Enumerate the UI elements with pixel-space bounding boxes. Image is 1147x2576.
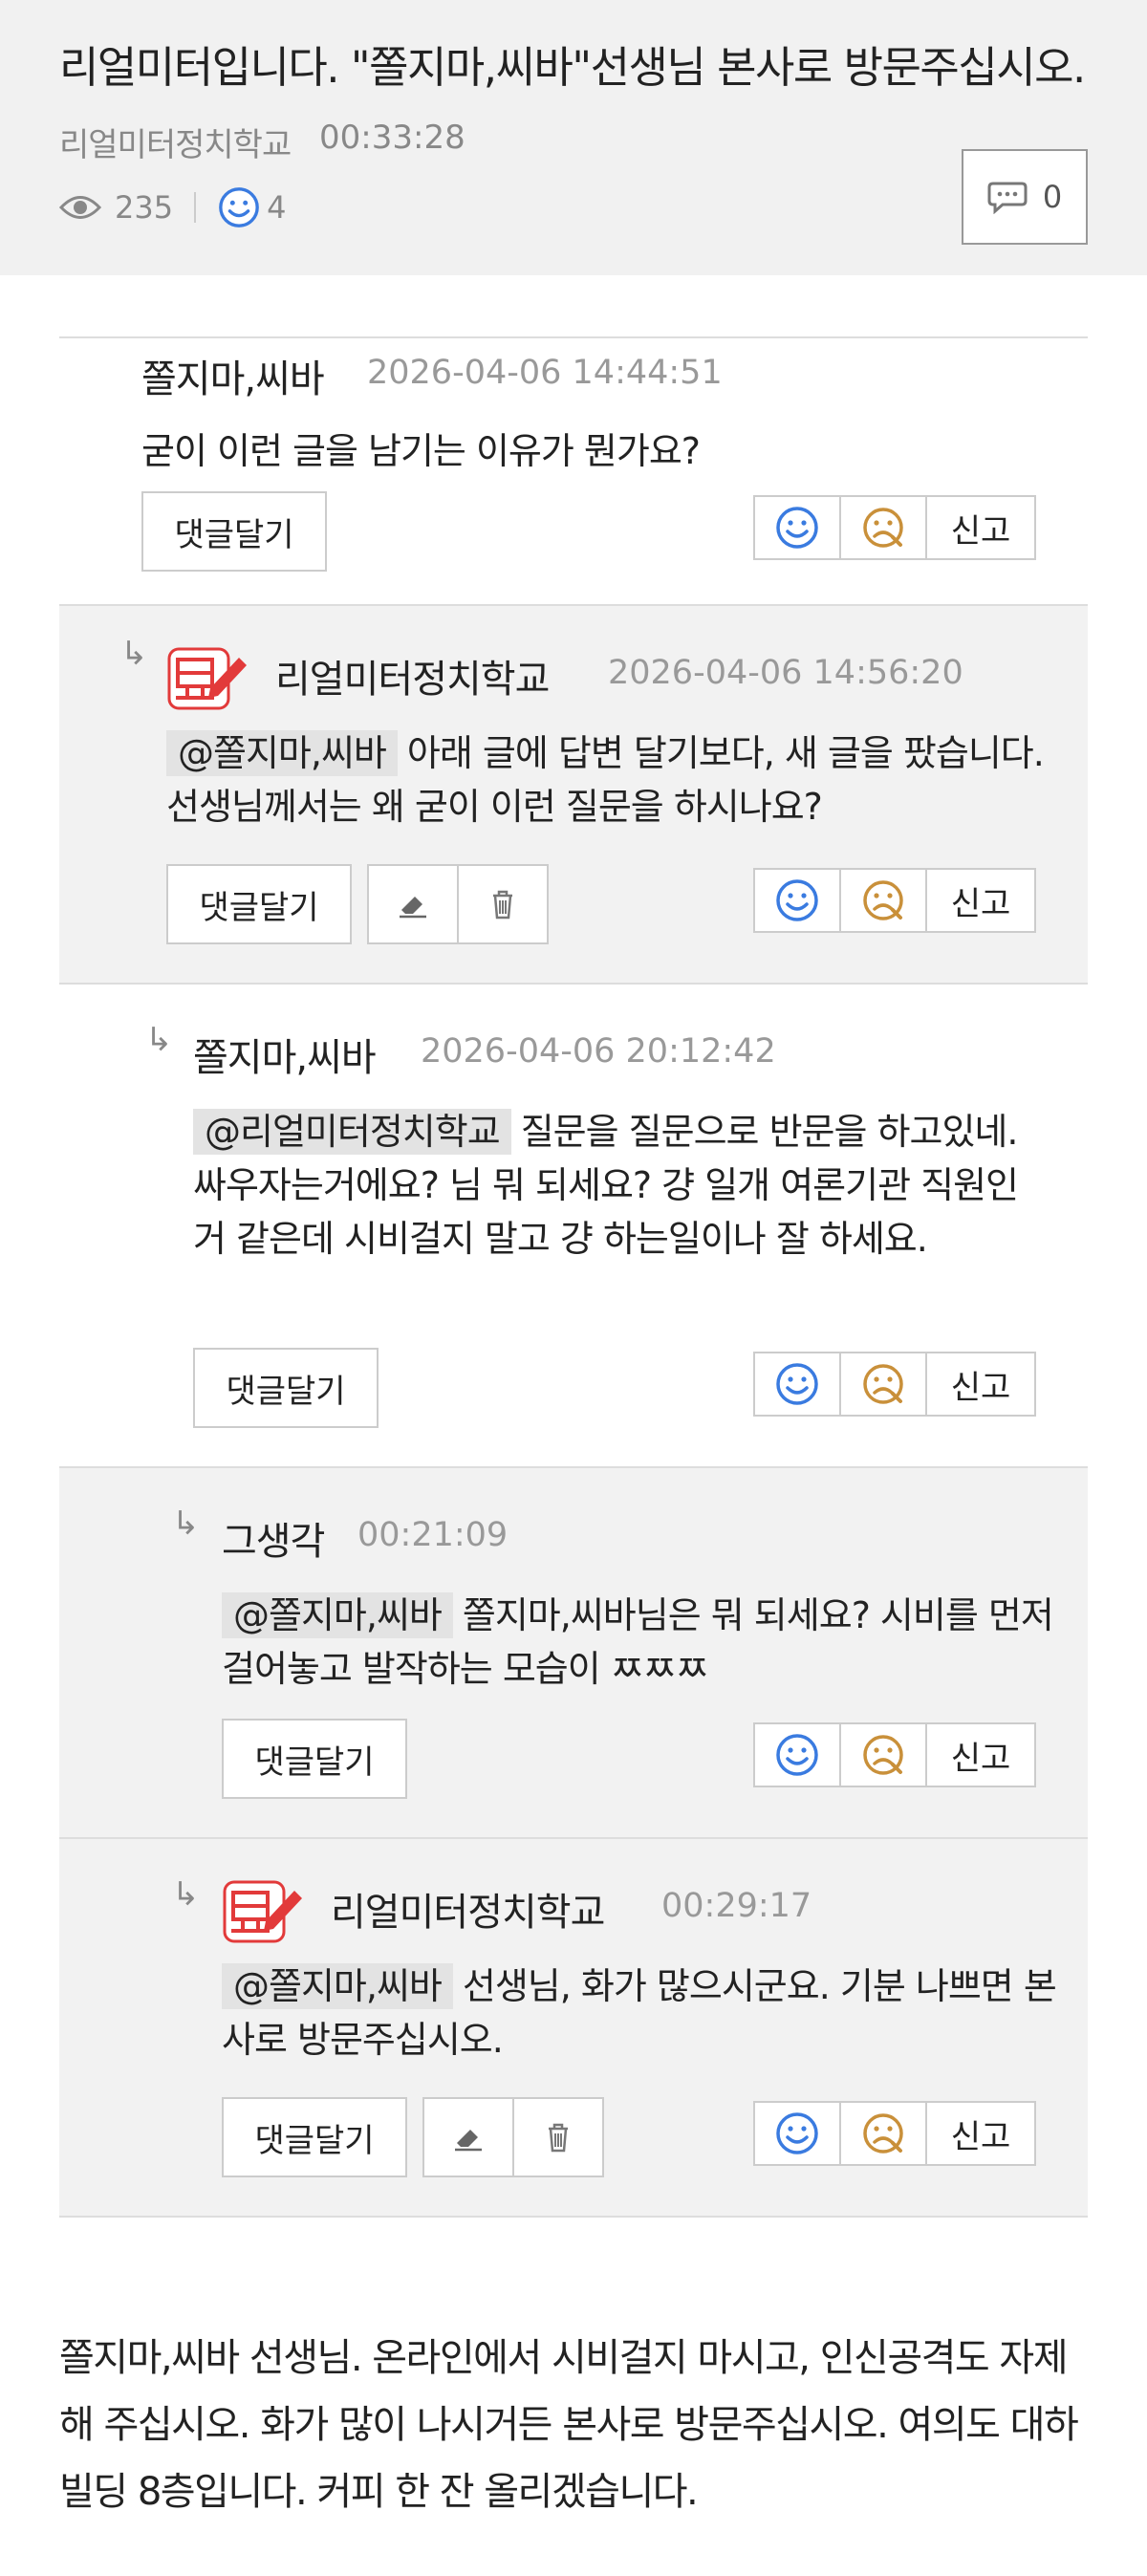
reply-button[interactable]: 댓글달기 — [141, 491, 327, 572]
comment-time: 2026-04-06 20:12:42 — [421, 1032, 776, 1071]
delete-button[interactable] — [457, 864, 549, 944]
eraser-icon — [451, 2120, 486, 2154]
post-body-text: 쫄지마,씨바 선생님. 온라인에서 시비걸지 마시고, 인신공격도 자제해 주십… — [59, 2336, 1079, 2514]
reply-arrow-icon: ↳ — [120, 635, 148, 673]
stat-divider — [194, 192, 197, 223]
comment: 쫄지마,씨바 2026-04-06 14:44:51 굳이 이런 글을 남기는 … — [59, 338, 1088, 606]
post-stats: 235 4 — [59, 184, 286, 231]
comment-reply: ↳ 그생각 00:21:09 @쫄지마,씨바 쫄지마,씨바님은 뭐 되세요? 시비… — [59, 1468, 1088, 1839]
smile-icon — [774, 1732, 820, 1778]
reply-arrow-icon: ↳ — [172, 1504, 200, 1543]
like-button[interactable] — [755, 2103, 841, 2164]
post-author[interactable]: 리얼미터정치학교 — [59, 119, 292, 165]
comment-actions: 신고 — [753, 868, 1036, 933]
comment-text: @쫄지마,씨바 쫄지마,씨바님은 뭐 되세요? 시비를 먼저 걸어놓고 발작하는 … — [222, 1589, 1072, 1696]
reply-arrow-icon: ↳ — [172, 1875, 200, 1914]
comment-count: 0 — [1042, 179, 1063, 215]
comment-text: 굳이 이런 글을 남기는 이유가 뭔가요? — [141, 430, 701, 472]
comment-time: 2026-04-06 14:44:51 — [367, 354, 723, 392]
comment-author[interactable]: 리얼미터정치학교 — [275, 648, 550, 704]
sad-face-icon — [860, 1732, 906, 1778]
official-badge-icon — [222, 1879, 304, 1944]
sad-face-icon — [860, 1361, 906, 1407]
reply-button[interactable]: 댓글달기 — [193, 1348, 379, 1428]
like-button[interactable] — [755, 1724, 841, 1786]
post-title: 리얼미터입니다. "쫄지마,씨바"선생님 본사로 방문주십시오. — [59, 42, 1086, 93]
edit-button[interactable] — [367, 864, 459, 944]
comment-author[interactable]: 쫄지마,씨바 — [141, 348, 325, 403]
like-button[interactable] — [755, 497, 841, 558]
view-count: 235 — [115, 189, 174, 226]
eraser-icon — [396, 887, 430, 921]
comment-time: 00:21:09 — [357, 1516, 509, 1554]
mention-tag[interactable]: @리얼미터정치학교 — [193, 1109, 511, 1155]
comment-reply: ↳ 리얼미터정치학교 00:29:17 @쫄지마,씨바 선생님, 화가 많으시군요… — [59, 1839, 1088, 2218]
comment-time: 00:29:17 — [661, 1887, 812, 1925]
report-button[interactable]: 신고 — [927, 1353, 1034, 1415]
dislike-button[interactable] — [841, 2103, 927, 2164]
post-header: 리얼미터입니다. "쫄지마,씨바"선생님 본사로 방문주십시오. 리얼미터정치학… — [0, 0, 1147, 275]
report-button[interactable]: 신고 — [927, 497, 1034, 558]
comment-author[interactable]: 쫄지마,씨바 — [193, 1027, 377, 1082]
reply-arrow-icon: ↳ — [145, 1021, 173, 1059]
smile-icon — [774, 2111, 820, 2156]
comment-author[interactable]: 그생각 — [222, 1510, 325, 1566]
comment-text: @쫄지마,씨바 아래 글에 답변 달기보다, 새 글을 팠습니다. 선생님께서는 … — [166, 726, 1046, 833]
smile-icon — [774, 877, 820, 923]
comment-list: 쫄지마,씨바 2026-04-06 14:44:51 굳이 이런 글을 남기는 … — [59, 336, 1088, 2218]
smile-icon — [774, 1361, 820, 1407]
dislike-button[interactable] — [841, 1353, 927, 1415]
comment-author[interactable]: 리얼미터정치학교 — [331, 1881, 605, 1937]
comment-actions: 신고 — [753, 1722, 1036, 1787]
report-button[interactable]: 신고 — [927, 2103, 1034, 2164]
report-button[interactable]: 신고 — [927, 870, 1034, 931]
speech-bubble-icon — [987, 182, 1028, 214]
sad-face-icon — [860, 2111, 906, 2156]
comment-count-button[interactable]: 0 — [962, 149, 1088, 245]
mention-tag[interactable]: @쫄지마,씨바 — [166, 730, 398, 776]
comment-text: @리얼미터정치학교 질문을 질문으로 반문을 하고있네. 싸우자는거에요? 님 뭐… — [193, 1105, 1044, 1266]
like-button[interactable] — [755, 870, 841, 931]
reply-button[interactable]: 댓글달기 — [166, 864, 352, 944]
like-count: 4 — [267, 189, 287, 226]
eye-icon — [59, 196, 101, 219]
comment-text: @쫄지마,씨바 선생님, 화가 많으시군요. 기분 나쁘면 본사로 방문주십시오. — [222, 1959, 1072, 2067]
reply-button[interactable]: 댓글달기 — [222, 1719, 407, 1799]
comment-time: 2026-04-06 14:56:20 — [608, 654, 963, 692]
sad-face-icon — [860, 877, 906, 923]
delete-button[interactable] — [512, 2097, 604, 2177]
smile-icon — [217, 185, 261, 229]
comment-reply: ↳ 리얼미터정치학교 2026-04-06 14:56:20 @쫄지마,씨바 아래… — [59, 606, 1088, 985]
mention-tag[interactable]: @쫄지마,씨바 — [222, 1592, 453, 1638]
comment-actions: 신고 — [753, 495, 1036, 560]
trash-icon — [486, 887, 520, 921]
dislike-button[interactable] — [841, 870, 927, 931]
trash-icon — [541, 2120, 575, 2154]
mention-tag[interactable]: @쫄지마,씨바 — [222, 1963, 453, 2009]
edit-button[interactable] — [422, 2097, 514, 2177]
like-button[interactable] — [755, 1353, 841, 1415]
post-time: 00:33:28 — [319, 119, 465, 157]
official-badge-icon — [166, 646, 249, 711]
dislike-button[interactable] — [841, 1724, 927, 1786]
report-button[interactable]: 신고 — [927, 1724, 1034, 1786]
sad-face-icon — [860, 505, 906, 551]
dislike-button[interactable] — [841, 497, 927, 558]
comment-actions: 신고 — [753, 2101, 1036, 2166]
reply-button[interactable]: 댓글달기 — [222, 2097, 407, 2177]
comment-reply: ↳ 쫄지마,씨바 2026-04-06 20:12:42 @리얼미터정치학교 질문… — [59, 985, 1088, 1468]
comment-actions: 신고 — [753, 1352, 1036, 1417]
smile-icon — [774, 505, 820, 551]
